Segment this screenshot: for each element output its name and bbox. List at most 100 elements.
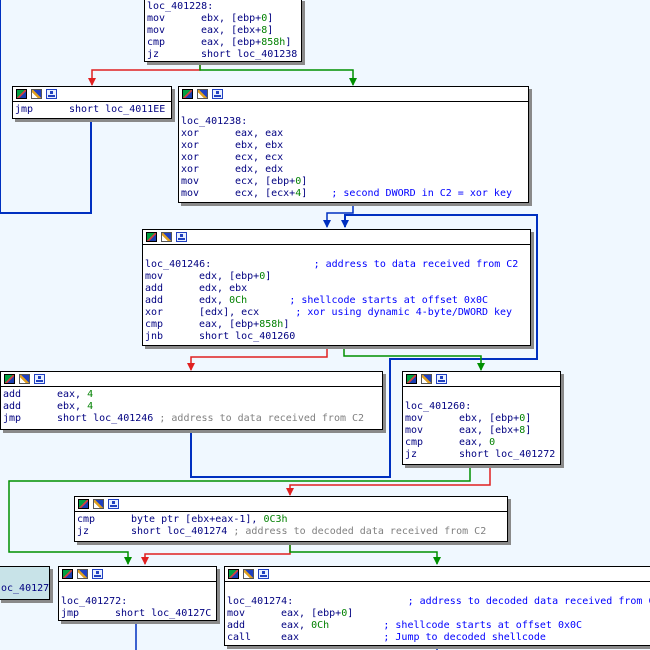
code-block-loc_401238[interactable]: loc_401238: xor eax, eax xor ebx, ebx xor ecx,… bbox=[178, 86, 529, 203]
node-titlebar[interactable] bbox=[179, 87, 528, 102]
color-icon[interactable] bbox=[182, 89, 193, 99]
instruction-line[interactable]: mov ecx, [ecx+4] ; second DWORD in C2 = x… bbox=[181, 188, 526, 200]
mnemonic: xor bbox=[181, 164, 200, 175]
instruction-line[interactable]: add edx, 0Ch ; shellcode starts at offset… bbox=[145, 295, 528, 307]
instruction-line[interactable]: add eax, 0Ch ; shellcode starts at offset… bbox=[227, 620, 650, 632]
instruction-line[interactable]: xor ebx, ebx bbox=[181, 140, 526, 152]
mnemonic: mov bbox=[147, 13, 166, 24]
edit-icon[interactable] bbox=[93, 499, 104, 509]
instruction-line[interactable] bbox=[145, 247, 528, 259]
node-titlebar[interactable] bbox=[225, 567, 650, 582]
code-label-line[interactable]: loc_401228: bbox=[147, 1, 299, 13]
code-block-add-loop[interactable]: add eax, 4 add ebx, 4 jmp short loc_401246 ; … bbox=[0, 371, 383, 430]
edge-jump-n2-loc_4011EE[interactable] bbox=[0, 119, 92, 214]
color-icon[interactable] bbox=[228, 569, 239, 579]
instruction-line[interactable]: jmp short loc_40127C bbox=[61, 608, 214, 620]
edge-false-n7-n9[interactable] bbox=[141, 542, 291, 565]
edit-icon[interactable] bbox=[31, 89, 42, 99]
graph-icon[interactable] bbox=[92, 569, 103, 579]
instruction-line[interactable]: oc_40127C bbox=[1, 583, 50, 595]
instruction-line[interactable]: jmp short loc_401246 ; address to data re… bbox=[3, 413, 380, 425]
instruction-line[interactable]: xor edx, edx bbox=[181, 164, 526, 176]
color-icon[interactable] bbox=[62, 569, 73, 579]
instruction-line[interactable]: xor eax, eax bbox=[181, 128, 526, 140]
graph-icon[interactable] bbox=[212, 89, 223, 99]
operand: ] bbox=[265, 271, 272, 282]
instruction-line[interactable]: jz short loc_401272 bbox=[405, 449, 558, 461]
instruction-line[interactable]: mov eax, [ebx+8] bbox=[147, 25, 299, 37]
code-block-loc_401246[interactable]: loc_401246: ; address to data received f… bbox=[142, 229, 531, 346]
instruction-line[interactable] bbox=[61, 584, 214, 596]
graph-icon[interactable] bbox=[176, 232, 187, 242]
node-titlebar[interactable] bbox=[1, 372, 382, 387]
mnemonic: mov bbox=[181, 176, 200, 187]
instruction-line[interactable] bbox=[405, 389, 558, 401]
edit-icon[interactable] bbox=[77, 569, 88, 579]
code-block-loc_401260[interactable]: loc_401260: mov ebx, [ebp+0] mov eax, [ebx+8… bbox=[402, 371, 561, 465]
instruction-line[interactable]: mov ebx, [ebp+0] bbox=[147, 13, 299, 25]
code-block-jmp-loc_4011EE[interactable]: jmp short loc_4011EE bbox=[12, 86, 172, 119]
code-lines: loc_401260: mov ebx, [ebp+0] mov eax, [ebx+8… bbox=[403, 387, 560, 461]
node-titlebar[interactable] bbox=[59, 567, 216, 582]
instruction-line[interactable]: jz short loc_401238 bbox=[147, 49, 299, 61]
color-icon[interactable] bbox=[78, 499, 89, 509]
edge-true-n7-n10[interactable] bbox=[289, 542, 441, 565]
instruction-line[interactable]: mov eax, [ebp+0] bbox=[227, 608, 650, 620]
code-label-line[interactable]: loc_401274: ; address to decoded data re… bbox=[227, 596, 650, 608]
mnemonic: xor bbox=[181, 128, 200, 139]
graph-icon[interactable] bbox=[34, 374, 45, 384]
edge-true-n1-n3[interactable] bbox=[199, 62, 357, 86]
instruction-line[interactable]: add edx, ebx bbox=[145, 283, 528, 295]
color-icon[interactable] bbox=[146, 232, 157, 242]
code-label-line[interactable]: loc_401260: bbox=[405, 401, 558, 413]
instruction-line[interactable]: jz short loc_401274 ; address to decoded … bbox=[77, 526, 505, 538]
graph-icon[interactable] bbox=[436, 374, 447, 384]
instruction-line[interactable] bbox=[181, 104, 526, 116]
graph-icon[interactable] bbox=[258, 569, 269, 579]
node-titlebar[interactable] bbox=[75, 497, 507, 512]
instruction-line[interactable]: jmp short loc_4011EE bbox=[15, 104, 169, 116]
code-label-line[interactable]: loc_401238: bbox=[181, 116, 526, 128]
node-titlebar[interactable] bbox=[143, 230, 530, 245]
code-block-loc_40127C[interactable]: oc_40127C bbox=[0, 566, 50, 600]
edit-icon[interactable] bbox=[243, 569, 254, 579]
code-label-line[interactable]: loc_401272: bbox=[61, 596, 214, 608]
code-block-loc_401274[interactable]: loc_401274: ; address to decoded data re… bbox=[224, 566, 650, 646]
instruction-line[interactable]: jnb short loc_401260 bbox=[145, 331, 528, 343]
operand: ] bbox=[283, 319, 290, 330]
node-titlebar[interactable] bbox=[13, 87, 171, 102]
code-block-loc_401272[interactable]: loc_401272: jmp short loc_40127C bbox=[58, 566, 217, 621]
instruction-line[interactable]: call eax ; Jump to decoded shellcode bbox=[227, 632, 650, 644]
edge-false-n4-n5[interactable] bbox=[187, 346, 328, 371]
code-label-line[interactable]: loc_401246: ; address to data received f… bbox=[145, 259, 528, 271]
edit-icon[interactable] bbox=[197, 89, 208, 99]
instruction-line[interactable]: add ebx, 4 bbox=[3, 401, 380, 413]
instruction-line[interactable]: cmp eax, [ebp+858h] bbox=[147, 37, 299, 49]
instruction-line[interactable]: cmp eax, 0 bbox=[405, 437, 558, 449]
color-icon[interactable] bbox=[406, 374, 417, 384]
graph-icon[interactable] bbox=[46, 89, 57, 99]
instruction-line[interactable]: xor ecx, ecx bbox=[181, 152, 526, 164]
instruction-line[interactable]: cmp byte ptr [ebx+eax-1], 0C3h bbox=[77, 514, 505, 526]
instruction-line[interactable] bbox=[227, 584, 650, 596]
instruction-line[interactable]: add eax, 4 bbox=[3, 389, 380, 401]
code-block-loc_401228[interactable]: loc_401228: mov ebx, [ebp+0] mov eax, [ebx+8… bbox=[144, 0, 302, 62]
graph-icon[interactable] bbox=[108, 499, 119, 509]
edit-icon[interactable] bbox=[19, 374, 30, 384]
instruction-line[interactable]: mov edx, [ebp+0] bbox=[145, 271, 528, 283]
instruction-line[interactable]: mov eax, [ebx+8] bbox=[405, 425, 558, 437]
edge-false-n1-n2[interactable] bbox=[88, 62, 201, 86]
instruction-line[interactable]: cmp eax, [ebp+858h] bbox=[145, 319, 528, 331]
code-block-cmp-0C3h[interactable]: cmp byte ptr [ebx+eax-1], 0C3h jz short loc… bbox=[74, 496, 508, 542]
color-icon[interactable] bbox=[16, 89, 27, 99]
instruction-line[interactable]: mov ebx, [ebp+0] bbox=[405, 413, 558, 425]
mnemonic: jmp bbox=[61, 608, 80, 619]
instruction-line[interactable]: mov ecx, [ebp+0] bbox=[181, 176, 526, 188]
operand: eax, [ebp+ bbox=[199, 319, 260, 330]
edit-icon[interactable] bbox=[421, 374, 432, 384]
edit-icon[interactable] bbox=[161, 232, 172, 242]
operand: oc_40127C bbox=[1, 583, 50, 594]
node-titlebar[interactable] bbox=[403, 372, 560, 387]
color-icon[interactable] bbox=[4, 374, 15, 384]
instruction-line[interactable]: xor [edx], ecx ; xor using dynamic 4-byte… bbox=[145, 307, 528, 319]
